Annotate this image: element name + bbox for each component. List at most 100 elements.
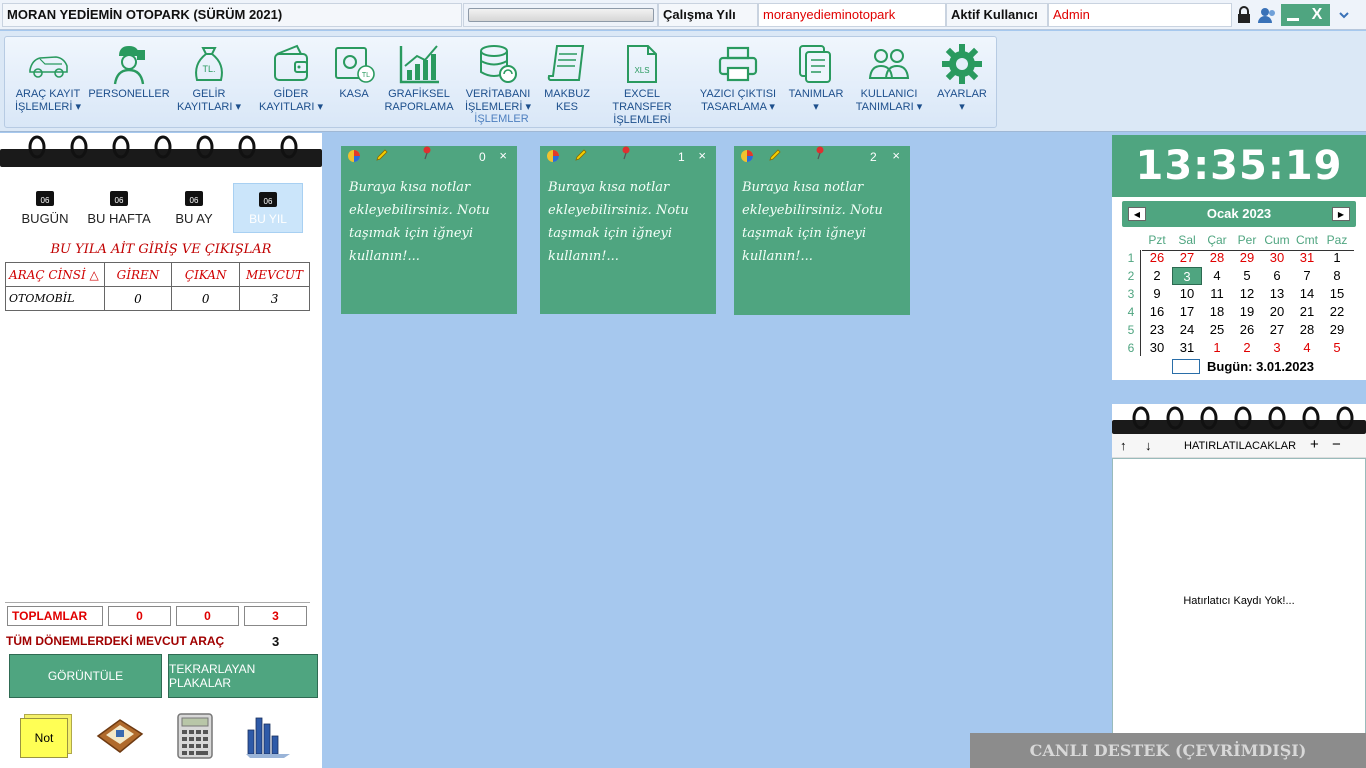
note-text[interactable]: Buraya kısa notlar ekleyebilirsiniz. Not… xyxy=(341,168,517,268)
pencil-icon[interactable] xyxy=(768,148,782,167)
lock-icon[interactable] xyxy=(1232,4,1256,26)
pin-icon[interactable] xyxy=(421,146,433,165)
ribbon-button-print-design[interactable]: YAZICI ÇIKTISI TASARLAMA ▾ xyxy=(695,42,781,114)
minimize-button[interactable] xyxy=(1281,4,1304,26)
calendar-day[interactable]: 17 xyxy=(1172,303,1202,321)
calendar-book-icon[interactable] xyxy=(96,714,144,758)
calendar-day[interactable]: 25 xyxy=(1202,321,1232,339)
remove-icon[interactable]: − xyxy=(1332,436,1341,453)
calendar-day[interactable]: 29 xyxy=(1232,249,1262,267)
calendar-next-icon[interactable]: ▶ xyxy=(1332,207,1350,221)
ribbon-button-receipt[interactable]: MAKBUZ KES xyxy=(539,42,595,114)
calendar-today-label[interactable]: Bugün: 3.01.2023 xyxy=(1207,359,1314,374)
ribbon-button-staff[interactable]: PERSONELLER xyxy=(88,42,170,101)
year-value[interactable]: moranyedieminotopark xyxy=(758,3,946,27)
calendar-prev-icon[interactable]: ◀ xyxy=(1128,207,1146,221)
repeating-plates-button[interactable]: TEKRARLAYAN PLAKALAR xyxy=(168,654,318,698)
month-calendar[interactable]: Ocak 2023 ◀ ▶ Pzt Sal Çar Per Cum Cmt Paz 1 26 27… xyxy=(1112,197,1366,380)
calendar-day[interactable]: 12 xyxy=(1232,285,1262,303)
calendar-day[interactable]: 8 xyxy=(1322,267,1352,285)
ribbon-button-settings[interactable]: AYARLAR ▾ xyxy=(931,42,993,114)
ribbon-button-income[interactable]: TL. GELİR KAYITLARI ▾ xyxy=(171,42,247,114)
calculator-icon[interactable] xyxy=(176,712,214,760)
pencil-icon[interactable] xyxy=(375,148,389,167)
ribbon-button-definitions[interactable]: TANIMLAR ▾ xyxy=(785,42,847,114)
calendar-day[interactable]: 13 xyxy=(1262,285,1292,303)
report-chart-icon[interactable] xyxy=(244,710,292,760)
calendar-day[interactable]: 22 xyxy=(1322,303,1352,321)
calendar-day[interactable]: 28 xyxy=(1202,249,1232,267)
column-header-entered[interactable]: GİREN xyxy=(103,262,173,287)
table-row[interactable]: OTOMOBİL 0 0 3 xyxy=(5,286,310,311)
calendar-day[interactable]: 27 xyxy=(1262,321,1292,339)
note-close-icon[interactable]: × xyxy=(698,148,706,163)
reminder-list[interactable]: Hatırlatıcı Kaydı Yok!... xyxy=(1112,458,1366,768)
period-button-today[interactable]: 06 BUGÜN xyxy=(10,183,80,233)
calendar-day[interactable]: 31 xyxy=(1172,339,1202,357)
calendar-day[interactable]: 24 xyxy=(1172,321,1202,339)
add-icon[interactable]: + xyxy=(1310,436,1319,453)
note-text[interactable]: Buraya kısa notlar ekleyebilirsiniz. Not… xyxy=(734,168,910,268)
view-button[interactable]: GÖRÜNTÜLE xyxy=(9,654,162,698)
user-switch-icon[interactable] xyxy=(1256,4,1280,26)
calendar-day[interactable]: 21 xyxy=(1292,303,1322,321)
calendar-day[interactable]: 14 xyxy=(1292,285,1322,303)
ribbon-button-cashbox[interactable]: TL KASA xyxy=(331,42,377,101)
ribbon-button-vehicle-records[interactable]: ARAÇ KAYIT İŞLEMLERİ ▾ xyxy=(9,42,87,114)
note-close-icon[interactable]: × xyxy=(499,148,507,163)
note-close-icon[interactable]: × xyxy=(892,148,900,163)
note-button[interactable]: Not xyxy=(20,714,72,758)
calendar-day[interactable]: 5 xyxy=(1322,339,1352,357)
ribbon-button-expenses[interactable]: GİDER KAYITLARI ▾ xyxy=(251,42,331,114)
calendar-day[interactable]: 19 xyxy=(1232,303,1262,321)
period-button-this-year[interactable]: 06 BU YIL xyxy=(233,183,303,233)
calendar-day[interactable]: 1 xyxy=(1202,339,1232,357)
period-button-this-week[interactable]: 06 BU HAFTA xyxy=(84,183,154,233)
calendar-day[interactable]: 29 xyxy=(1322,321,1352,339)
pin-icon[interactable] xyxy=(620,146,632,165)
period-button-this-month[interactable]: 06 BU AY xyxy=(159,183,229,233)
calendar-day[interactable]: 5 xyxy=(1232,267,1262,285)
calendar-day[interactable]: 16 xyxy=(1142,303,1172,321)
calendar-day[interactable]: 4 xyxy=(1292,339,1322,357)
color-palette-icon[interactable] xyxy=(740,149,754,168)
ribbon-button-charts[interactable]: GRAFİKSEL RAPORLAMA xyxy=(381,42,457,114)
calendar-day[interactable]: 31 xyxy=(1292,249,1322,267)
arrow-up-icon[interactable]: ↑ xyxy=(1120,438,1127,453)
calendar-day[interactable]: 18 xyxy=(1202,303,1232,321)
sticky-note[interactable]: 2 × Buraya kısa notlar ekleyebilirsiniz.… xyxy=(734,146,910,315)
calendar-day[interactable]: 20 xyxy=(1262,303,1292,321)
sticky-note[interactable]: 1 × Buraya kısa notlar ekleyebilirsiniz.… xyxy=(540,146,716,314)
pin-icon[interactable] xyxy=(814,146,826,165)
ribbon-button-user-definitions[interactable]: KULLANICI TANIMLARI ▾ xyxy=(851,42,927,114)
column-header-current[interactable]: MEVCUT xyxy=(239,262,310,287)
calendar-day[interactable]: 26 xyxy=(1232,321,1262,339)
arrow-down-icon[interactable]: ↓ xyxy=(1145,438,1152,453)
pencil-icon[interactable] xyxy=(574,148,588,167)
color-palette-icon[interactable] xyxy=(347,149,361,168)
calendar-day[interactable]: 11 xyxy=(1202,285,1232,303)
calendar-day[interactable]: 15 xyxy=(1322,285,1352,303)
calendar-day[interactable]: 23 xyxy=(1142,321,1172,339)
calendar-day[interactable]: 7 xyxy=(1292,267,1322,285)
column-header-vehicle-type[interactable]: ARAÇ CİNSİ △ xyxy=(5,262,105,287)
calendar-day[interactable]: 2 xyxy=(1142,267,1172,285)
note-text[interactable]: Buraya kısa notlar ekleyebilirsiniz. Not… xyxy=(540,168,716,268)
column-header-exited[interactable]: ÇIKAN xyxy=(171,262,241,287)
calendar-day[interactable]: 26 xyxy=(1142,249,1172,267)
live-support-button[interactable]: CANLI DESTEK (ÇEVRİMDIŞI) xyxy=(970,733,1366,768)
calendar-day[interactable]: 4 xyxy=(1202,267,1232,285)
calendar-day[interactable]: 30 xyxy=(1262,249,1292,267)
calendar-day[interactable]: 10 xyxy=(1172,285,1202,303)
color-palette-icon[interactable] xyxy=(546,149,560,168)
chevron-down-icon[interactable] xyxy=(1334,4,1354,26)
calendar-day[interactable]: 2 xyxy=(1232,339,1262,357)
ribbon-button-database[interactable]: VERİTABANI İŞLEMLERİ ▾ xyxy=(459,42,537,114)
calendar-day[interactable]: 9 xyxy=(1142,285,1172,303)
calendar-day[interactable]: 1 xyxy=(1322,249,1352,267)
calendar-day[interactable]: 28 xyxy=(1292,321,1322,339)
close-button[interactable]: X xyxy=(1304,4,1330,26)
calendar-day[interactable]: 3 xyxy=(1262,339,1292,357)
sticky-note[interactable]: 0 × Buraya kısa notlar ekleyebilirsiniz.… xyxy=(341,146,517,314)
calendar-day[interactable]: 30 xyxy=(1142,339,1172,357)
